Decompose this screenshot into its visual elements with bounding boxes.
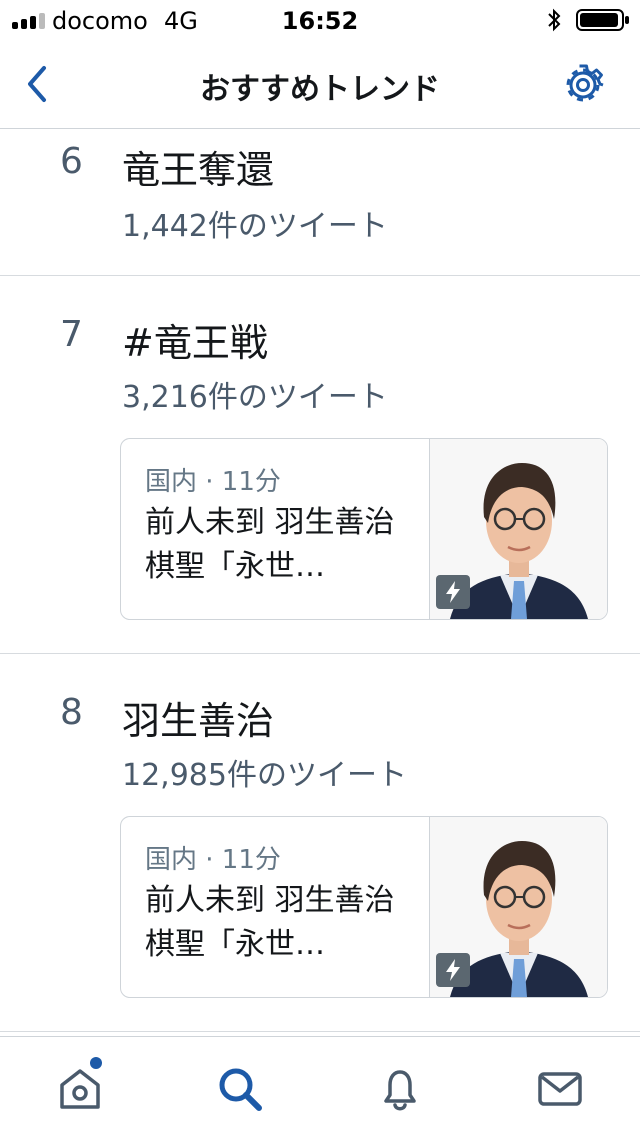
home-icon [60, 1069, 100, 1109]
bell-icon [384, 1070, 416, 1111]
news-card[interactable]: 国内 · 11分 前人未到 羽生善治棋聖「永世… [120, 438, 608, 620]
unread-indicator [90, 1057, 102, 1069]
news-headline: 前人未到 羽生善治棋聖「永世… [145, 883, 395, 962]
trend-rank: 8 [60, 692, 83, 733]
gear-icon[interactable] [560, 62, 606, 108]
news-meta: 国内 · 11分 [145, 467, 281, 497]
tab-bar [0, 1036, 640, 1136]
tweet-count: 12,985件のツイート [122, 758, 407, 793]
trend-rank: 7 [60, 314, 83, 355]
trends-screen: docomo 4G 16:52 おすすめトレンド 6 竜王奪還 1,442件のツ… [0, 0, 640, 1136]
trend-item-8[interactable]: 8 羽生善治 12,985件のツイート 国内 · 11分 前人未到 羽生善治棋聖… [0, 654, 640, 1032]
bluetooth-icon [548, 8, 561, 32]
tweet-count: 3,216件のツイート [122, 380, 388, 415]
tab-home[interactable] [54, 1063, 106, 1115]
page-title: おすすめトレンド [200, 72, 440, 107]
news-text: 国内 · 11分 前人未到 羽生善治棋聖「永世… [145, 465, 415, 589]
tab-search[interactable] [214, 1063, 266, 1115]
news-thumbnail [429, 439, 607, 619]
news-thumbnail [429, 817, 607, 997]
news-headline: 前人未到 羽生善治棋聖「永世… [145, 505, 395, 584]
battery-icon [576, 9, 629, 31]
tweet-count: 1,442件のツイート [122, 209, 388, 244]
trend-item-6[interactable]: 6 竜王奪還 1,442件のツイート [0, 129, 640, 276]
trend-item-7[interactable]: 7 #竜王戦 3,216件のツイート 国内 · 11分 前人未到 羽生善治棋聖「… [0, 276, 640, 654]
lightning-icon [436, 953, 470, 987]
status-time: 16:52 [281, 7, 359, 35]
tab-messages[interactable] [534, 1063, 586, 1115]
tab-notifications[interactable] [374, 1063, 426, 1115]
trend-list: 6 竜王奪還 1,442件のツイート 7 #竜王戦 3,216件のツイート 国内… [0, 129, 640, 1032]
envelope-icon [538, 1072, 582, 1106]
trend-term: 竜王奪還 [122, 148, 275, 192]
trend-rank: 6 [60, 141, 83, 182]
news-text: 国内 · 11分 前人未到 羽生善治棋聖「永世… [145, 843, 415, 967]
navigation-bar: おすすめトレンド [0, 40, 640, 129]
search-icon [219, 1068, 262, 1111]
status-bar: docomo 4G 16:52 [0, 0, 640, 40]
trend-term: 羽生善治 [122, 699, 275, 743]
news-meta: 国内 · 11分 [145, 845, 281, 875]
news-card[interactable]: 国内 · 11分 前人未到 羽生善治棋聖「永世… [120, 816, 608, 998]
lightning-icon [436, 575, 470, 609]
trend-term: #竜王戦 [122, 321, 268, 365]
